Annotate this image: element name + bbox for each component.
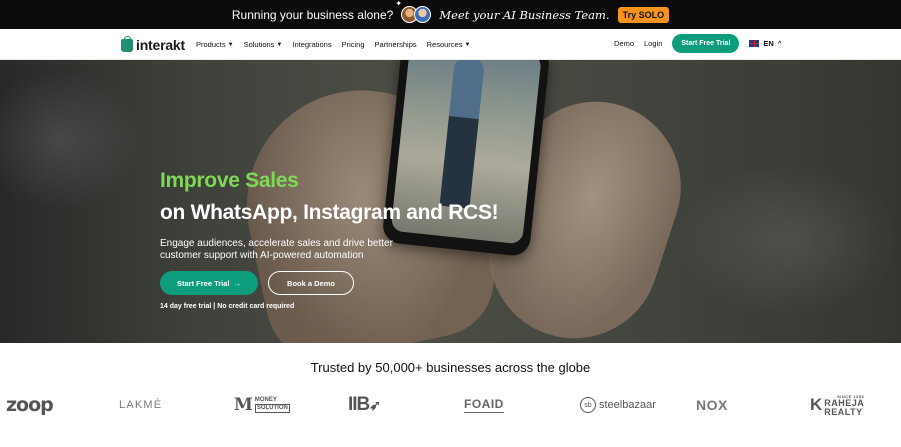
- money-solution-mark: M: [234, 395, 253, 415]
- iib-logo: IIB ➶: [348, 393, 381, 417]
- ai-team-avatars: ✦: [395, 0, 432, 23]
- nav-item-label: Solutions: [243, 40, 275, 49]
- nav-item-label: Pricing: [341, 40, 365, 49]
- hero-headline-accent: Improve Sales: [160, 169, 299, 192]
- hero-section: Improve Sales on WhatsApp, Instagram and…: [0, 60, 901, 343]
- nav-item-resources[interactable]: Resources ▼: [427, 40, 471, 49]
- arrow-right-icon: →: [233, 278, 242, 288]
- language-label: EN: [763, 39, 774, 48]
- logo-text: interakt: [136, 37, 185, 53]
- nav-item-solutions[interactable]: Solutions ▼: [244, 40, 283, 49]
- announcement-text: Running your business alone?: [231, 7, 394, 22]
- language-selector[interactable]: EN ^: [749, 39, 781, 48]
- k-raheja-bottom: REALTY: [824, 406, 863, 417]
- nav-item-label: Resources: [426, 40, 463, 49]
- nav-item-label: Partnerships: [374, 40, 417, 49]
- shopping-bag-icon: [121, 35, 133, 52]
- chevron-down-icon: ▼: [464, 41, 471, 48]
- nav-item-label: Integrations: [292, 40, 332, 49]
- arrow-icon: ➶: [369, 396, 381, 413]
- money-solution-bottom: SOLUTION: [254, 404, 290, 413]
- foaid-logo: FOAID: [464, 395, 504, 413]
- chevron-down-icon: ▼: [276, 41, 283, 48]
- hero-start-trial-label: Start Free Trial: [176, 278, 230, 288]
- k-raheja-realty-logo: K SINCE 1956 RAHEJA REALTY: [810, 393, 864, 417]
- hero-headline: on WhatsApp, Instagram and RCS!: [160, 201, 499, 224]
- k-raheja-mark: K: [810, 395, 823, 414]
- zoop-logo: zoop: [6, 394, 54, 416]
- top-navigation: interakt Products ▼ Solutions ▼ Integratio…: [0, 29, 901, 60]
- interakt-logo[interactable]: interakt: [121, 35, 185, 53]
- avatar: [414, 6, 432, 23]
- hero-subtext: Engage audiences, accelerate sales and d…: [160, 238, 393, 261]
- uk-flag-icon: [749, 40, 760, 47]
- nav-item-products[interactable]: Products ▼: [196, 40, 234, 49]
- nav-item-pricing[interactable]: Pricing: [342, 40, 365, 49]
- trusted-heading: Trusted by 50,000+ businesses across the…: [310, 360, 591, 375]
- steelbazaar-text: steelbazaar: [599, 399, 656, 411]
- demo-link[interactable]: Demo: [614, 39, 634, 48]
- nav-actions: Demo Login Start Free Trial EN ^: [614, 34, 781, 53]
- announcement-bar: Running your business alone? ✦ Meet your…: [0, 0, 901, 29]
- hero-start-trial-button[interactable]: Start Free Trial →: [160, 271, 258, 295]
- chevron-down-icon: ▼: [227, 41, 234, 48]
- nox-logo: NOX: [696, 397, 728, 413]
- iib-logo-text: IIB: [348, 394, 370, 415]
- try-solo-button[interactable]: Try SOLO: [617, 6, 670, 23]
- client-logos: zoop LAKMÉ M MONEY SOLUTION IIB ➶ FOAID …: [0, 393, 901, 417]
- trial-note: 14 day free trial | No credit card requi…: [160, 303, 295, 310]
- announcement-tagline: Meet your AI Business Team.: [439, 7, 610, 22]
- sparkle-icon: ✦: [395, 0, 403, 8]
- book-demo-button[interactable]: Book a Demo: [268, 271, 354, 295]
- chevron-up-icon: ^: [777, 40, 782, 47]
- steelbazaar-logo: sb steelbazaar: [580, 393, 656, 417]
- nav-item-integrations[interactable]: Integrations: [292, 40, 331, 49]
- nav-item-partnerships[interactable]: Partnerships: [375, 40, 417, 49]
- lakme-logo: LAKMÉ: [119, 399, 163, 411]
- money-solution-top: MONEY: [254, 397, 277, 403]
- money-solution-logo: M MONEY SOLUTION: [234, 393, 290, 417]
- steelbazaar-mark: sb: [580, 397, 596, 413]
- start-free-trial-button[interactable]: Start Free Trial: [672, 34, 740, 53]
- nav-links: Products ▼ Solutions ▼ Integrations Pricin…: [196, 40, 470, 49]
- login-link[interactable]: Login: [644, 39, 662, 48]
- nav-item-label: Products: [196, 40, 226, 49]
